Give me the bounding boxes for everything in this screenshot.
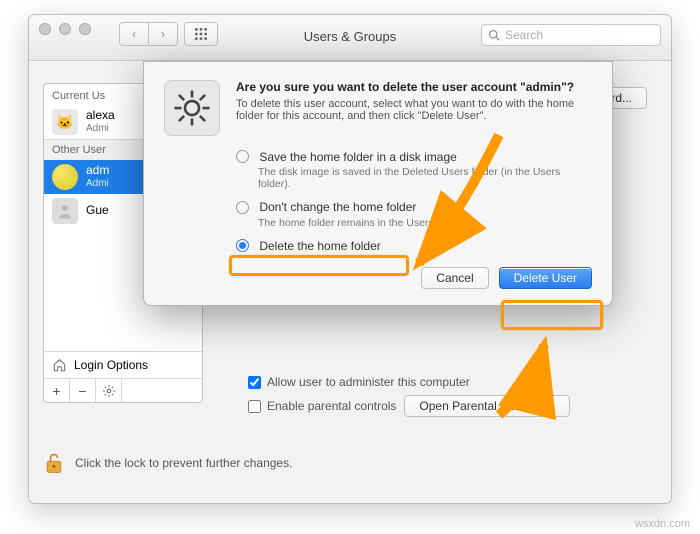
delete-user-button[interactable]: Delete User bbox=[499, 267, 592, 289]
option-delete-home-folder[interactable]: Delete the home folder bbox=[236, 239, 592, 253]
sheet-subtext: To delete this user account, select what… bbox=[236, 98, 592, 122]
add-user-button[interactable]: + bbox=[44, 379, 70, 402]
parental-checkbox[interactable] bbox=[248, 400, 261, 413]
cancel-button[interactable]: Cancel bbox=[421, 267, 488, 289]
delete-user-sheet: Are you sure you want to delete the user… bbox=[143, 61, 613, 306]
sheet-options: Save the home folder in a disk image The… bbox=[236, 150, 592, 253]
admin-checkbox-row[interactable]: Allow user to administer this computer bbox=[248, 375, 647, 389]
login-options-button[interactable]: Login Options bbox=[44, 351, 202, 378]
option-dont-change[interactable]: Don't change the home folder The home fo… bbox=[236, 200, 592, 228]
user-name: alexa bbox=[86, 109, 115, 123]
lock-text: Click the lock to prevent further change… bbox=[75, 456, 292, 470]
option-label: Delete the home folder bbox=[259, 239, 380, 253]
search-input[interactable]: Search bbox=[481, 24, 661, 46]
parental-checkbox-label: Enable parental controls bbox=[267, 399, 396, 413]
option-desc: The disk image is saved in the Deleted U… bbox=[258, 166, 592, 190]
user-name: Gue bbox=[86, 204, 109, 218]
watermark: wsxdn.com bbox=[635, 518, 690, 530]
avatar-icon bbox=[52, 164, 78, 190]
user-name: adm bbox=[86, 164, 109, 178]
remove-user-button[interactable]: − bbox=[70, 379, 96, 402]
sheet-buttons: Cancel Delete User bbox=[164, 267, 592, 289]
option-label: Save the home folder in a disk image bbox=[259, 150, 456, 164]
sheet-text: Are you sure you want to delete the user… bbox=[236, 80, 592, 136]
prefs-gear-icon bbox=[164, 80, 220, 136]
avatar-icon bbox=[52, 198, 78, 224]
admin-checkbox-label: Allow user to administer this computer bbox=[267, 375, 470, 389]
option-desc: The home folder remains in the Users fol… bbox=[258, 217, 592, 229]
right-controls: Allow user to administer this computer E… bbox=[248, 371, 647, 417]
user-text: alexa Admi bbox=[86, 109, 115, 134]
user-text: Gue bbox=[86, 204, 109, 218]
sheet-heading: Are you sure you want to delete the user… bbox=[236, 80, 592, 95]
avatar-icon: 🐱 bbox=[52, 109, 78, 135]
option-save-disk-image[interactable]: Save the home folder in a disk image The… bbox=[236, 150, 592, 190]
parental-checkbox-row[interactable]: Enable parental controls bbox=[248, 399, 396, 413]
user-role: Admi bbox=[86, 123, 115, 135]
radio-icon bbox=[236, 239, 249, 252]
titlebar: ‹ › Users & Groups Search bbox=[29, 15, 671, 61]
option-label: Don't change the home folder bbox=[259, 200, 416, 214]
radio-icon bbox=[236, 201, 249, 214]
prefs-window: ‹ › Users & Groups Search Current Us 🐱 a… bbox=[28, 14, 672, 504]
unlocked-lock-icon[interactable] bbox=[43, 451, 65, 475]
radio-icon bbox=[236, 150, 249, 163]
search-placeholder: Search bbox=[505, 28, 543, 42]
lock-row: Click the lock to prevent further change… bbox=[43, 451, 657, 475]
login-options-label: Login Options bbox=[74, 358, 148, 372]
open-parental-controls-button[interactable]: Open Parental Controls... bbox=[404, 395, 569, 417]
search-icon bbox=[488, 29, 500, 41]
admin-checkbox[interactable] bbox=[248, 376, 261, 389]
plus-minus-bar: + − bbox=[44, 378, 202, 402]
user-text: adm Admi bbox=[86, 164, 109, 189]
house-icon bbox=[52, 358, 67, 372]
user-role: Admi bbox=[86, 178, 109, 190]
user-actions-menu[interactable] bbox=[96, 379, 122, 402]
